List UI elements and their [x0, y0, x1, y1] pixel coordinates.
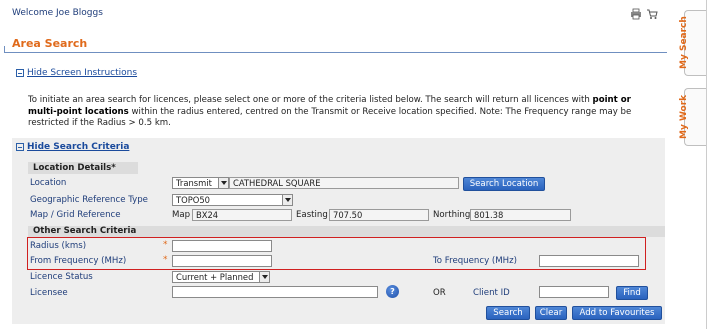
tab-my-search[interactable]: My Search — [679, 10, 706, 76]
licensee-input[interactable] — [172, 286, 378, 298]
tab-my-work-label: My Work — [679, 94, 689, 139]
instructions-bold-2: multi-point locations — [28, 106, 129, 117]
chevron-down-icon[interactable] — [282, 195, 292, 205]
licence-status-select[interactable]: Current + Planned — [172, 271, 270, 283]
search-location-button[interactable]: Search Location — [463, 177, 545, 191]
hide-criteria-link[interactable]: Hide Search Criteria — [27, 142, 129, 152]
hide-criteria-toggle[interactable]: Hide Search Criteria — [16, 142, 129, 152]
geo-ref-select[interactable]: TOPO50 — [172, 194, 293, 206]
northing-label: Northing — [433, 210, 471, 220]
tab-my-search-label: My Search — [679, 16, 689, 69]
help-icon[interactable]: ? — [386, 285, 399, 298]
map-grid-label: Map / Grid Reference — [30, 210, 121, 220]
print-icon[interactable] — [630, 8, 642, 20]
client-id-label: Client ID — [473, 288, 510, 298]
location-details-required: * — [111, 163, 116, 173]
instructions-bold-1: point or — [592, 95, 631, 105]
map-field[interactable]: BX24 — [192, 209, 292, 221]
location-field[interactable]: CATHEDRAL SQUARE — [229, 177, 459, 189]
tab-my-work[interactable]: My Work — [679, 88, 706, 146]
geo-ref-label: Geographic Reference Type — [30, 195, 148, 205]
or-label: OR — [433, 288, 446, 298]
title-divider-notch — [4, 46, 5, 53]
search-button[interactable]: Search — [486, 306, 530, 320]
header-icons — [630, 8, 658, 20]
instructions-text-part-1: To initiate an area search for licences,… — [28, 95, 593, 105]
collapse-icon[interactable] — [16, 68, 24, 77]
licence-status-value: Current + Planned — [176, 272, 254, 282]
location-type-select[interactable]: Transmit — [172, 177, 229, 189]
side-panel-border — [706, 0, 707, 329]
other-criteria-heading: Other Search Criteria — [33, 226, 137, 236]
location-details-heading: Location Details* — [33, 163, 116, 173]
hide-instructions-toggle[interactable]: Hide Screen Instructions — [16, 68, 137, 78]
client-id-input[interactable] — [539, 286, 609, 298]
page-title: Area Search — [12, 37, 88, 50]
licence-status-label: Licence Status — [30, 272, 93, 282]
shopping-cart-icon[interactable] — [646, 8, 658, 20]
chevron-down-icon[interactable] — [218, 178, 228, 188]
location-details-heading-text: Location Details — [33, 163, 112, 173]
location-type-value: Transmit — [176, 178, 212, 188]
welcome-text: Welcome Joe Bloggs — [12, 8, 103, 18]
licensee-label: Licensee — [30, 288, 68, 298]
clear-button[interactable]: Clear — [535, 306, 567, 320]
map-label: Map — [172, 210, 191, 220]
hide-instructions-link[interactable]: Hide Screen Instructions — [27, 68, 137, 78]
add-to-favourites-button[interactable]: Add to Favourites — [572, 306, 662, 320]
instructions-text: To initiate an area search for licences,… — [28, 95, 660, 130]
find-button[interactable]: Find — [616, 286, 648, 300]
easting-label: Easting — [296, 210, 328, 220]
collapse-icon[interactable] — [16, 142, 24, 151]
chevron-down-icon[interactable] — [259, 272, 269, 282]
location-label: Location — [30, 178, 67, 188]
title-divider — [4, 52, 667, 53]
required-fields-highlight — [27, 237, 646, 270]
easting-field[interactable]: 707.50 — [329, 209, 429, 221]
northing-field[interactable]: 801.38 — [470, 209, 571, 221]
geo-ref-value: TOPO50 — [176, 195, 211, 205]
